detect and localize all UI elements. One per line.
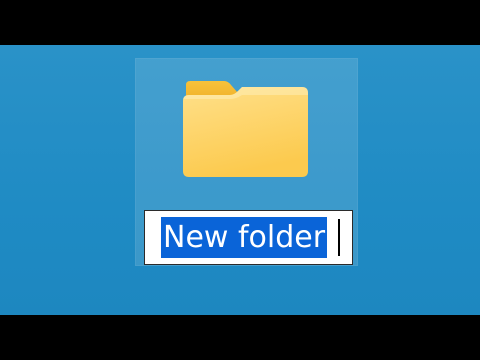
letterbox-bottom (0, 315, 480, 360)
folder-icon[interactable] (182, 79, 309, 179)
rename-textbox[interactable]: New folder (144, 210, 353, 265)
folder-name-text[interactable]: New folder (163, 217, 325, 258)
text-caret (338, 219, 340, 256)
selected-text-highlight[interactable]: New folder (161, 217, 328, 258)
letterbox-top (0, 0, 480, 45)
desktop-background[interactable]: New folder (0, 45, 480, 315)
